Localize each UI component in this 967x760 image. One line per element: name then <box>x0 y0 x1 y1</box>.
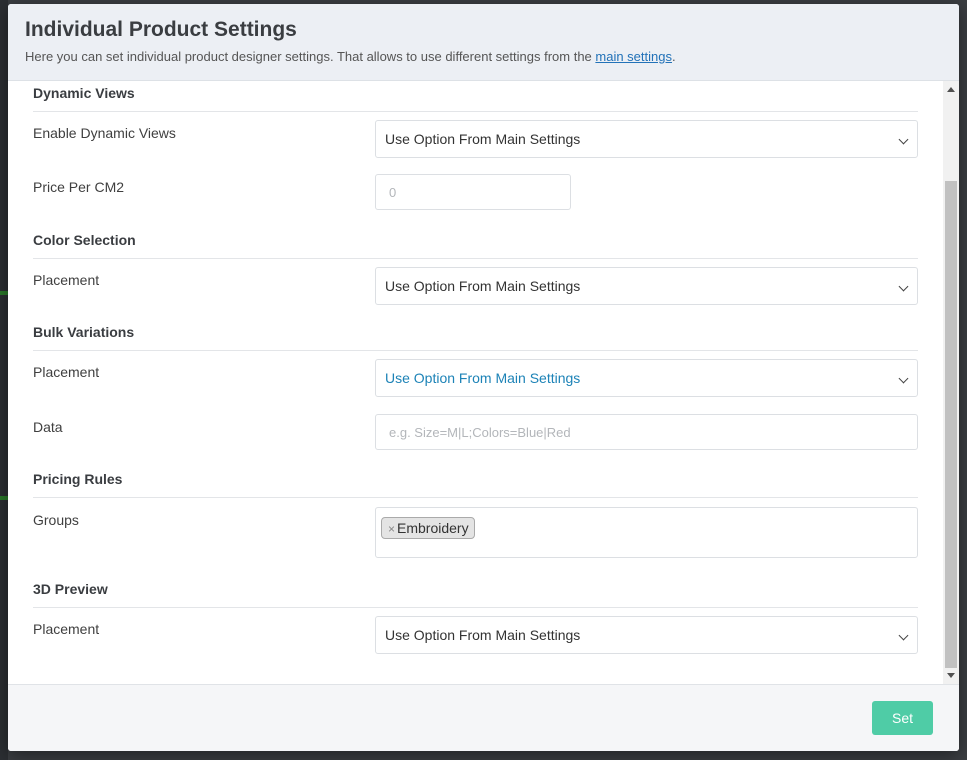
close-icon[interactable]: × <box>388 522 395 536</box>
enable-dynamic-views-select[interactable]: Use Option From Main Settings <box>375 120 918 158</box>
chevron-down-icon <box>900 283 907 290</box>
arrow-down-icon[interactable] <box>947 673 955 678</box>
section-title-dynamic-views: Dynamic Views <box>33 85 918 112</box>
chevron-down-icon <box>900 136 907 143</box>
color-selection-placement-value: Use Option From Main Settings <box>385 278 581 294</box>
bulk-variations-data-input[interactable] <box>375 414 918 450</box>
bulk-variations-data-label: Data <box>33 419 63 435</box>
bulk-variations-placement-label: Placement <box>33 364 100 380</box>
main-settings-link[interactable]: main settings <box>595 49 672 64</box>
background-mark <box>0 496 8 500</box>
modal-body: Dynamic Views Enable Dynamic Views Use O… <box>8 81 959 684</box>
section-title-pricing-rules: Pricing Rules <box>33 471 918 498</box>
modal-description-end: . <box>671 49 676 64</box>
set-button[interactable]: Set <box>872 701 933 735</box>
chevron-down-icon <box>900 375 907 382</box>
3d-preview-placement-select[interactable]: Use Option From Main Settings <box>375 616 918 654</box>
group-tag-label: Embroidery <box>397 520 469 536</box>
modal-title: Individual Product Settings <box>25 18 297 41</box>
3d-preview-placement-label: Placement <box>33 621 100 637</box>
chevron-down-icon <box>900 632 907 639</box>
modal-footer: Set <box>8 684 959 751</box>
price-per-cm2-input[interactable] <box>375 174 571 210</box>
3d-preview-placement-value: Use Option From Main Settings <box>385 627 581 643</box>
modal-description-text: Here you can set individual product desi… <box>25 49 596 64</box>
pricing-groups-label: Groups <box>33 512 79 528</box>
bulk-variations-placement-select[interactable]: Use Option From Main Settings <box>375 359 918 397</box>
modal-description: Here you can set individual product desi… <box>25 49 676 64</box>
scrollbar-thumb[interactable] <box>945 181 957 668</box>
section-title-bulk-variations: Bulk Variations <box>33 324 918 351</box>
modal-scrollbar[interactable] <box>943 81 959 684</box>
background-page <box>0 0 8 760</box>
background-mark <box>0 291 8 295</box>
arrow-up-icon[interactable] <box>947 87 955 92</box>
group-tag-embroidery: × Embroidery <box>381 517 475 539</box>
product-settings-modal: Individual Product Settings Here you can… <box>8 4 959 751</box>
enable-dynamic-views-label: Enable Dynamic Views <box>33 125 176 141</box>
color-selection-placement-label: Placement <box>33 272 100 288</box>
enable-dynamic-views-value: Use Option From Main Settings <box>385 131 581 147</box>
color-selection-placement-select[interactable]: Use Option From Main Settings <box>375 267 918 305</box>
section-title-3d-preview: 3D Preview <box>33 581 918 608</box>
section-title-color-selection: Color Selection <box>33 232 918 259</box>
pricing-groups-multiselect[interactable]: × Embroidery <box>375 507 918 558</box>
price-per-cm2-label: Price Per CM2 <box>33 179 125 195</box>
bulk-variations-placement-value: Use Option From Main Settings <box>385 370 581 386</box>
modal-header: Individual Product Settings Here you can… <box>8 4 959 81</box>
